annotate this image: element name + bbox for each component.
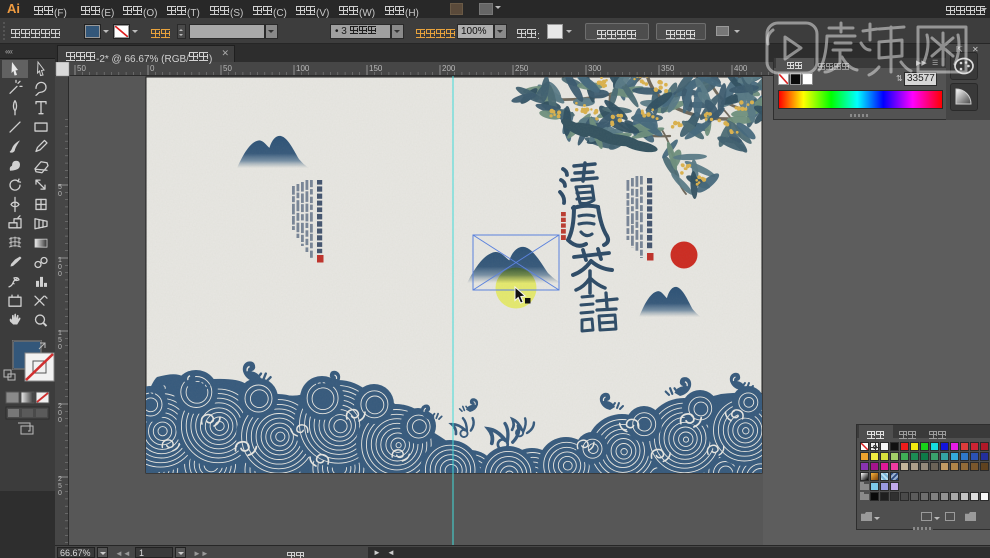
svg-text:0: 0 (58, 490, 62, 497)
svg-text:0: 0 (58, 191, 62, 198)
svg-text:350: 350 (661, 64, 675, 73)
svg-text:250: 250 (515, 64, 529, 73)
svg-text:0: 0 (58, 271, 62, 278)
svg-text:100: 100 (296, 64, 310, 73)
svg-text:0: 0 (58, 344, 62, 351)
svg-text:1: 1 (58, 330, 62, 337)
svg-text:2: 2 (58, 476, 62, 483)
svg-text:300: 300 (588, 64, 602, 73)
svg-text:150: 150 (369, 64, 383, 73)
svg-text:1: 1 (58, 257, 62, 264)
svg-text:200: 200 (442, 64, 456, 73)
svg-text:0: 0 (58, 264, 62, 271)
svg-text:5: 5 (58, 483, 62, 490)
svg-text:5: 5 (58, 184, 62, 191)
svg-text:0: 0 (58, 410, 62, 417)
svg-text:2: 2 (58, 403, 62, 410)
svg-text:400: 400 (734, 64, 748, 73)
svg-text:5: 5 (58, 337, 62, 344)
svg-text:50: 50 (223, 64, 232, 73)
svg-text:0: 0 (58, 417, 62, 424)
